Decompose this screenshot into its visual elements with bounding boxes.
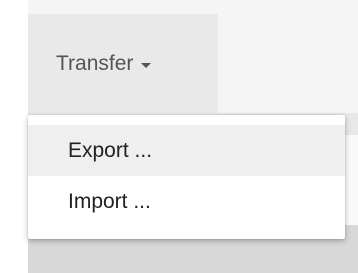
- transfer-menu-button[interactable]: Transfer: [28, 14, 218, 113]
- transfer-label: Transfer: [56, 51, 134, 75]
- menu-item-label: Import ...: [68, 189, 151, 213]
- menu-item-import[interactable]: Import ...: [28, 176, 345, 227]
- caret-down-icon: [141, 62, 152, 68]
- page-margin: [0, 0, 28, 273]
- menu-item-label: Export ...: [68, 138, 153, 162]
- transfer-dropdown-menu: Export ... Import ...: [28, 115, 345, 239]
- menu-item-export[interactable]: Export ...: [28, 125, 345, 176]
